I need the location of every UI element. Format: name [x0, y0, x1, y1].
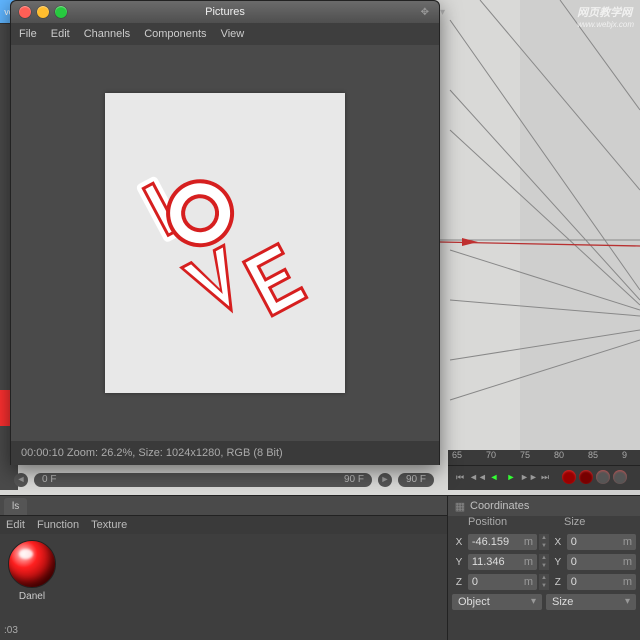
- pictures-menu-bar: File Edit Channels Components View ✥ ▾: [11, 23, 439, 45]
- minimize-icon[interactable]: [37, 6, 49, 18]
- goto-start-icon[interactable]: ⏮: [452, 469, 468, 485]
- menu-edit[interactable]: Edit: [51, 28, 70, 40]
- menu-channels[interactable]: Channels: [84, 28, 130, 40]
- timeline-tick: 9: [622, 450, 627, 460]
- materials-panel: ls Edit Function Texture Danel :03: [0, 496, 448, 640]
- frame-current-value[interactable]: 90 F: [398, 473, 434, 487]
- material-preview-icon: [8, 540, 56, 588]
- rendered-image: [105, 93, 345, 393]
- keyframe-opt1-icon[interactable]: [596, 470, 610, 484]
- goto-end-icon[interactable]: ⏭: [537, 469, 553, 485]
- expand-icon[interactable]: ▦: [454, 500, 466, 513]
- play-forward-icon[interactable]: ►: [503, 469, 519, 485]
- close-icon[interactable]: [19, 6, 31, 18]
- render-canvas[interactable]: [11, 45, 439, 441]
- timeline-tick: 80: [554, 450, 564, 460]
- size-y-field[interactable]: 0 m: [567, 554, 636, 570]
- axis-label: Z: [551, 577, 565, 588]
- timeline-tick: 65: [452, 450, 462, 460]
- size-x-field[interactable]: 0 m: [567, 534, 636, 550]
- timeline-tick: 85: [588, 450, 598, 460]
- frame-slider[interactable]: ◄ 0 F 90 F ► 90 F: [14, 470, 434, 490]
- coord-col-size: Size: [544, 516, 640, 532]
- menu-file[interactable]: File: [19, 28, 37, 40]
- play-back-icon[interactable]: ◄: [486, 469, 502, 485]
- material-name[interactable]: Danel: [6, 591, 58, 602]
- timeline-tick: 75: [520, 450, 530, 460]
- frame-track[interactable]: 0 F 90 F: [34, 473, 372, 487]
- playback-controls: ⏮ ◄◄ ◄ ► ►► ⏭: [448, 466, 640, 488]
- window-title: Pictures: [205, 6, 245, 18]
- materials-menu-texture[interactable]: Texture: [91, 519, 127, 531]
- frame-next-icon[interactable]: ►: [378, 473, 392, 487]
- coordinates-header[interactable]: ▦ Coordinates: [448, 496, 640, 516]
- axis-label: Z: [452, 577, 466, 588]
- record-key-icon[interactable]: [562, 470, 576, 484]
- render-status-bar: 00:00:10 Zoom: 26.2%, Size: 1024x1280, R…: [11, 441, 439, 465]
- coord-mode-dropdown[interactable]: Object: [452, 594, 542, 610]
- stepper-icon[interactable]: [539, 534, 549, 550]
- size-z-field[interactable]: 0 m: [567, 574, 636, 590]
- material-swatch[interactable]: Danel: [6, 540, 58, 602]
- zoom-icon[interactable]: [55, 6, 67, 18]
- window-titlebar[interactable]: Pictures: [11, 1, 439, 23]
- bottom-panels: ls Edit Function Texture Danel :03 ▦ Coo…: [0, 495, 640, 640]
- axis-label: X: [551, 537, 565, 548]
- stepper-icon[interactable]: [539, 554, 549, 570]
- step-forward-icon[interactable]: ►►: [520, 469, 536, 485]
- pos-z-field[interactable]: 0 m: [468, 574, 537, 590]
- stepper-icon[interactable]: [539, 574, 549, 590]
- frame-start-label: 0 F: [42, 473, 56, 487]
- coord-row-x: X -46.159 m X 0 m: [448, 532, 640, 552]
- coord-col-position: Position: [448, 516, 544, 532]
- frame-prev-icon[interactable]: ◄: [14, 473, 28, 487]
- step-back-icon[interactable]: ◄◄: [469, 469, 485, 485]
- materials-menu-edit[interactable]: Edit: [6, 519, 25, 531]
- axis-label: X: [452, 537, 466, 548]
- autokey-icon[interactable]: [579, 470, 593, 484]
- timeline: 65 70 75 80 85 9 ⏮ ◄◄ ◄ ► ►► ⏭: [448, 450, 640, 490]
- materials-menu-function[interactable]: Function: [37, 519, 79, 531]
- window-traffic-lights[interactable]: [19, 6, 67, 18]
- axis-label: Y: [551, 557, 565, 568]
- coord-row-y: Y 11.346 m Y 0 m: [448, 552, 640, 572]
- move-icon[interactable]: ✥: [421, 7, 429, 18]
- coord-row-z: Z 0 m Z 0 m: [448, 572, 640, 592]
- coordinates-panel: ▦ Coordinates Position Size X -46.159 m …: [448, 496, 640, 640]
- frame-end-label: 90 F: [344, 473, 364, 487]
- timeline-ruler[interactable]: 65 70 75 80 85 9: [448, 450, 640, 466]
- watermark: 网页教学网www.webjx.com: [577, 4, 634, 29]
- axis-label: Y: [452, 557, 466, 568]
- materials-tab[interactable]: ls: [4, 498, 27, 515]
- pos-y-field[interactable]: 11.346 m: [468, 554, 537, 570]
- keyframe-opt2-icon[interactable]: [613, 470, 627, 484]
- pictures-window: Pictures File Edit Channels Components V…: [10, 0, 440, 465]
- size-mode-dropdown[interactable]: Size: [546, 594, 636, 610]
- timeline-tick: 70: [486, 450, 496, 460]
- status-readout: :03: [4, 625, 18, 636]
- menu-components[interactable]: Components: [144, 28, 206, 40]
- menu-view[interactable]: View: [221, 28, 245, 40]
- pos-x-field[interactable]: -46.159 m: [468, 534, 537, 550]
- chevron-down-icon[interactable]: ▾: [440, 7, 445, 18]
